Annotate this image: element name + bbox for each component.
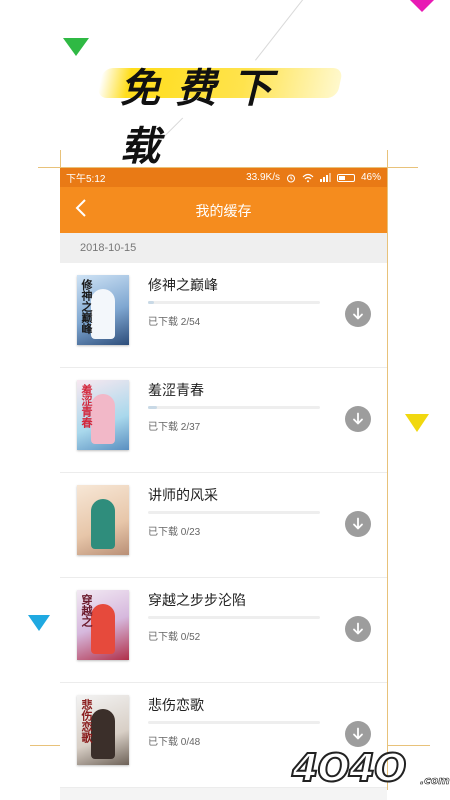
download-button[interactable] bbox=[345, 511, 371, 537]
download-progress-fill bbox=[148, 301, 155, 304]
download-status: 已下载 0/48 bbox=[148, 737, 201, 748]
book-cover-image[interactable]: 悲伤恋歌 bbox=[77, 695, 129, 765]
promo-banner: 免费下载 bbox=[96, 52, 344, 170]
book-title[interactable]: 悲伤恋歌 bbox=[148, 695, 204, 715]
watermark-main: 4O4O bbox=[291, 745, 407, 791]
alarm-icon bbox=[286, 173, 296, 183]
download-progress-track bbox=[148, 511, 320, 514]
download-status: 已下载 0/52 bbox=[148, 632, 201, 643]
guide-line bbox=[387, 150, 388, 790]
book-item[interactable]: 穿越之 穿越之步步沦陷 已下载 0/52 bbox=[60, 578, 387, 683]
cover-figure bbox=[91, 394, 115, 444]
download-status: 已下载 2/54 bbox=[148, 317, 201, 328]
cover-figure bbox=[91, 289, 115, 339]
download-progress-track bbox=[148, 721, 320, 724]
download-progress-track bbox=[148, 616, 320, 619]
book-title[interactable]: 羞涩青春 bbox=[148, 380, 204, 400]
download-button[interactable] bbox=[345, 301, 371, 327]
battery-icon bbox=[336, 173, 355, 182]
download-button[interactable] bbox=[345, 406, 371, 432]
net-speed: 33.9K/s bbox=[246, 172, 280, 183]
download-arrow-icon bbox=[353, 517, 363, 530]
watermark-domain: .com bbox=[420, 774, 450, 788]
book-item[interactable]: 修神之巅峰 修神之巅峰 已下载 2/54 bbox=[60, 263, 387, 368]
status-time: 下午5:12 bbox=[66, 174, 106, 185]
book-item[interactable]: 羞涩青春 羞涩青春 已下载 2/37 bbox=[60, 368, 387, 473]
book-title[interactable]: 修神之巅峰 bbox=[148, 275, 218, 295]
download-button[interactable] bbox=[345, 616, 371, 642]
cover-title-text: 羞涩青春 bbox=[80, 384, 93, 428]
download-status: 已下载 0/23 bbox=[148, 527, 201, 538]
download-arrow-icon bbox=[353, 727, 363, 740]
magenta-triangle-decoration bbox=[410, 0, 434, 12]
site-watermark-logo: 4O4O .com bbox=[291, 740, 450, 796]
book-list: 修神之巅峰 修神之巅峰 已下载 2/54 羞涩青春 羞涩青春 已下载 2/37 bbox=[60, 263, 387, 788]
book-item[interactable]: 讲师的风采 已下载 0/23 bbox=[60, 473, 387, 578]
book-cover-image[interactable] bbox=[77, 485, 129, 555]
green-triangle-decoration bbox=[63, 38, 89, 56]
wifi-icon bbox=[302, 173, 314, 183]
download-arrow-icon bbox=[353, 412, 363, 425]
download-progress-track bbox=[148, 301, 320, 304]
book-cover-image[interactable]: 修神之巅峰 bbox=[77, 275, 129, 345]
status-bar: 下午5:12 33.9K/s 46% bbox=[60, 168, 387, 187]
navigation-bar: 我的缓存 bbox=[60, 187, 387, 233]
book-title[interactable]: 穿越之步步沦陷 bbox=[148, 590, 246, 610]
download-arrow-icon bbox=[353, 307, 363, 320]
page-title: 我的缓存 bbox=[195, 203, 252, 219]
cover-figure bbox=[91, 709, 115, 759]
download-arrow-icon bbox=[353, 622, 363, 635]
cover-figure bbox=[91, 604, 115, 654]
signal-icon bbox=[319, 173, 331, 182]
cover-title-text: 悲伤恋歌 bbox=[80, 699, 93, 743]
book-cover-image[interactable]: 穿越之 bbox=[77, 590, 129, 660]
cover-figure bbox=[91, 499, 115, 549]
promo-banner-text: 免费下载 bbox=[120, 65, 288, 170]
cover-title-text: 修神之巅峰 bbox=[80, 279, 93, 334]
download-progress-fill bbox=[148, 406, 158, 409]
yellow-triangle-decoration bbox=[405, 414, 429, 432]
phone-screen: 下午5:12 33.9K/s 46% 我的缓存 2018-10-15 修神之巅峰… bbox=[60, 168, 387, 800]
blue-triangle-decoration bbox=[28, 615, 50, 631]
download-progress-track bbox=[148, 406, 320, 409]
book-title[interactable]: 讲师的风采 bbox=[148, 485, 218, 505]
download-status: 已下载 2/37 bbox=[148, 422, 201, 433]
battery-percent: 46% bbox=[360, 172, 381, 183]
cover-title-text: 穿越之 bbox=[80, 594, 93, 627]
date-group-header: 2018-10-15 bbox=[60, 233, 387, 263]
book-cover-image[interactable]: 羞涩青春 bbox=[77, 380, 129, 450]
